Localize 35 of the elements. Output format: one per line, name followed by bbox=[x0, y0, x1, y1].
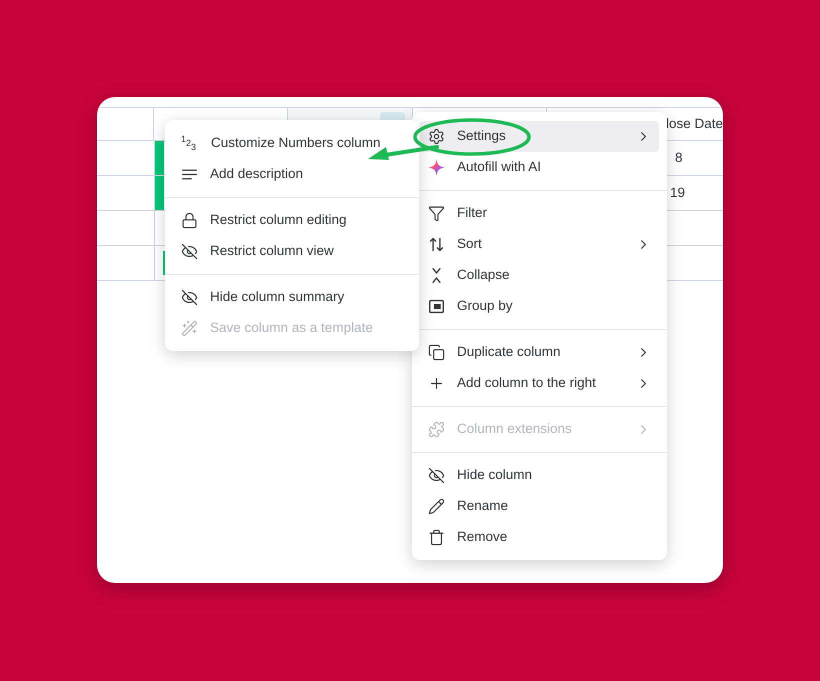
plus-icon bbox=[428, 375, 445, 392]
filter-icon bbox=[428, 205, 445, 222]
menu-item[interactable]: Restrict column view bbox=[173, 236, 411, 267]
column-header: lose Date bbox=[666, 114, 723, 133]
lock-icon bbox=[181, 212, 198, 229]
menu-item[interactable]: Hide column summary bbox=[173, 282, 411, 313]
copy-icon bbox=[428, 344, 445, 361]
menu-item[interactable]: Group by bbox=[420, 291, 659, 322]
pencil-icon bbox=[428, 498, 445, 515]
menu-item[interactable]: Filter bbox=[420, 198, 659, 229]
table-cell-text: 19 bbox=[670, 184, 686, 202]
trash-icon bbox=[428, 529, 445, 546]
menu-item[interactable]: Collapse bbox=[420, 260, 659, 291]
menu-item[interactable]: Hide column bbox=[420, 460, 659, 491]
group-by-icon bbox=[428, 298, 445, 315]
menu-item[interactable]: Duplicate column bbox=[420, 337, 659, 368]
menu-item[interactable]: Add column to the right bbox=[420, 368, 659, 399]
menu-item[interactable]: Add description bbox=[173, 159, 411, 190]
puzzle-icon bbox=[428, 421, 445, 438]
menu-item[interactable]: Restrict column editing bbox=[173, 205, 411, 236]
sort-icon bbox=[428, 236, 445, 253]
table-cell-text: 8 bbox=[675, 148, 683, 167]
menu-item[interactable]: Settings bbox=[420, 121, 659, 152]
menu-item[interactable]: Autofill with AI bbox=[420, 152, 659, 183]
sparkle-icon bbox=[428, 159, 445, 176]
eye-off-icon bbox=[428, 467, 445, 484]
settings-icon bbox=[428, 128, 445, 145]
numbers-icon: 123 bbox=[181, 135, 199, 152]
menu-item[interactable]: Remove bbox=[420, 522, 659, 553]
eye-off-icon bbox=[181, 243, 198, 260]
menu-item[interactable]: Rename bbox=[420, 491, 659, 522]
menu-item[interactable]: 123 Customize Numbers column bbox=[173, 128, 411, 159]
eye-off-icon bbox=[181, 289, 198, 306]
wand-icon bbox=[181, 320, 198, 337]
menu-item[interactable]: Sort bbox=[420, 229, 659, 260]
